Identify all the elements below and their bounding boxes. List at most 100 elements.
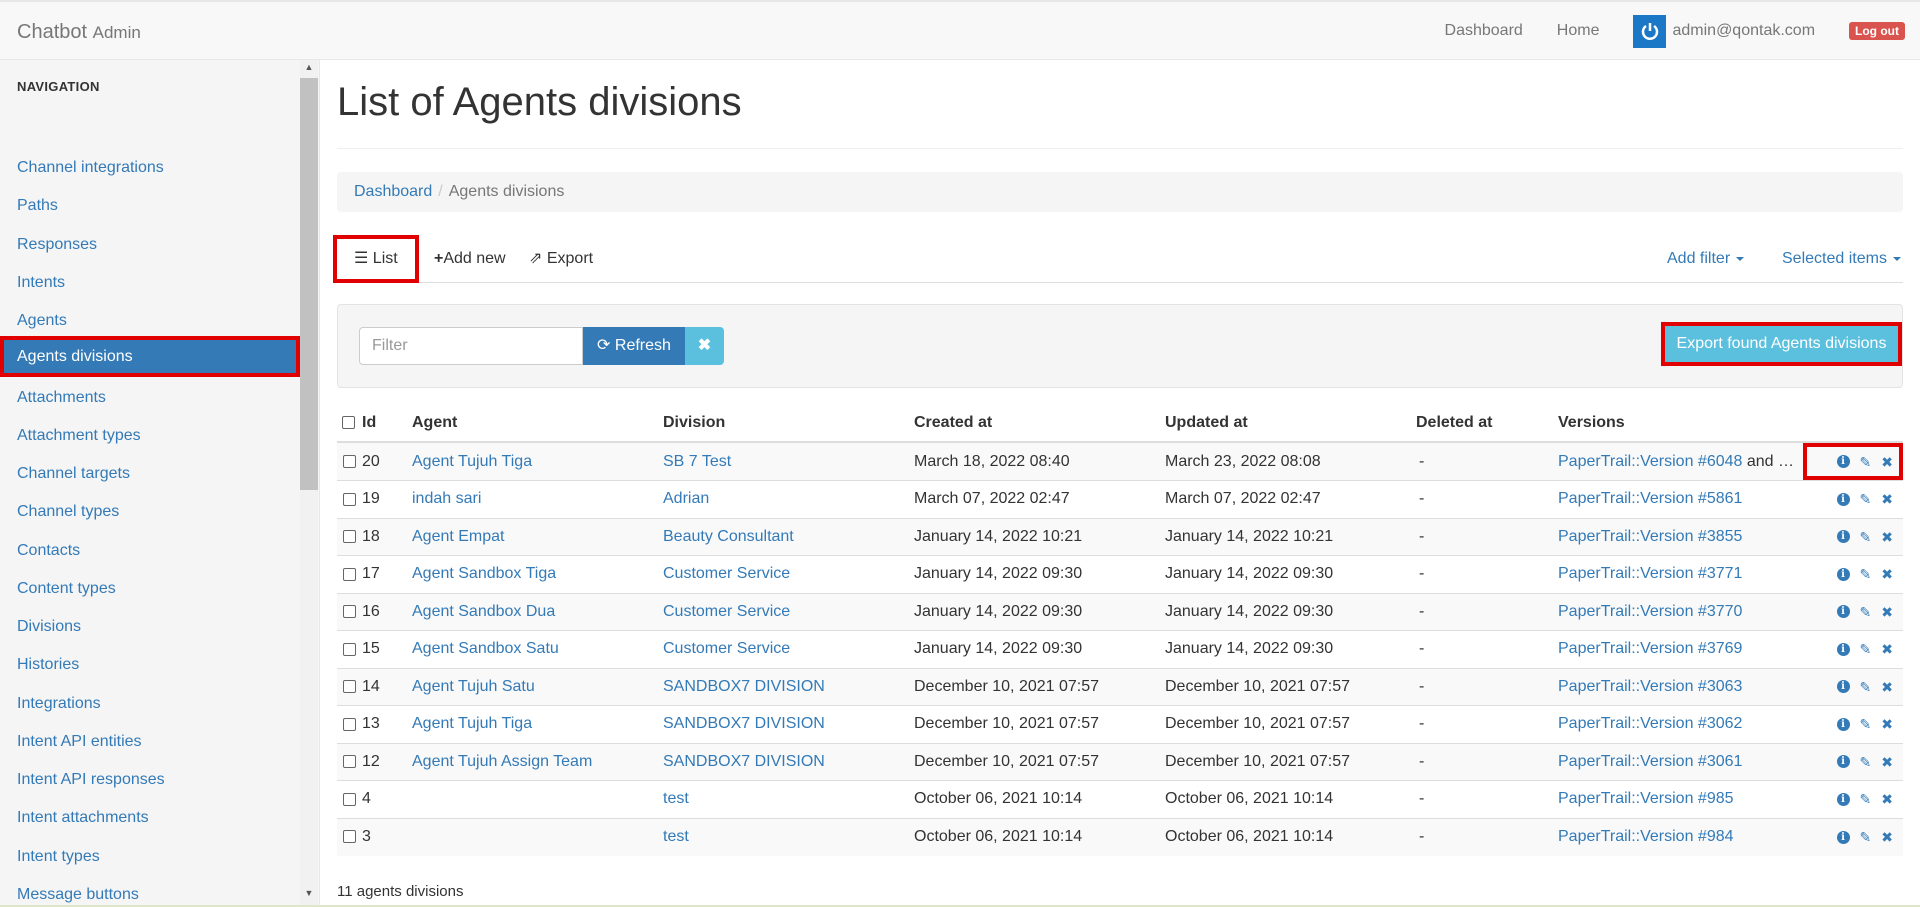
nav-home-link[interactable]: Home xyxy=(1557,22,1600,40)
row-checkbox[interactable] xyxy=(343,492,356,506)
division-link[interactable]: SANDBOX7 DIVISION xyxy=(663,715,825,732)
division-link[interactable]: Customer Service xyxy=(663,603,790,620)
info-icon[interactable]: i xyxy=(1836,680,1850,694)
close-icon[interactable]: ✖ xyxy=(1881,605,1893,619)
column-header-division[interactable]: Division xyxy=(663,402,914,443)
version-link[interactable]: PaperTrail::Version #3063 xyxy=(1558,678,1742,695)
pencil-icon[interactable]: ✎ xyxy=(1860,755,1872,769)
sidebar-item-divisions[interactable]: Divisions xyxy=(0,608,300,645)
sidebar-item-content-types[interactable]: Content types xyxy=(0,570,300,607)
sidebar-item-agents-divisions[interactable]: Agents divisions xyxy=(0,336,300,378)
close-icon[interactable]: ✖ xyxy=(1881,567,1893,581)
column-header-created-at[interactable]: Created at xyxy=(914,402,1165,443)
close-icon[interactable]: ✖ xyxy=(1881,530,1893,544)
column-header-id[interactable]: Id xyxy=(362,402,412,443)
pencil-icon[interactable]: ✎ xyxy=(1860,792,1872,806)
pencil-icon[interactable]: ✎ xyxy=(1860,605,1872,619)
tab-list[interactable]: ☰ List xyxy=(333,235,419,283)
version-link[interactable]: PaperTrail::Version #984 xyxy=(1558,828,1734,845)
row-checkbox[interactable] xyxy=(343,605,356,619)
sidebar-item-channel-integrations[interactable]: Channel integrations xyxy=(0,149,300,186)
brand[interactable]: Chatbot Admin xyxy=(17,21,141,44)
clear-filter-button[interactable]: ✖ xyxy=(685,327,724,365)
info-icon[interactable]: i xyxy=(1836,830,1850,844)
close-icon[interactable]: ✖ xyxy=(1881,455,1893,469)
breadcrumb-dashboard[interactable]: Dashboard xyxy=(354,183,432,200)
info-icon[interactable]: i xyxy=(1836,717,1850,731)
sidebar-item-message-buttons[interactable]: Message buttons xyxy=(0,876,300,907)
pencil-icon[interactable]: ✎ xyxy=(1860,492,1872,506)
agent-link[interactable]: Agent Sandbox Satu xyxy=(412,640,559,657)
add-filter-dropdown[interactable]: Add filter xyxy=(1667,235,1745,283)
row-checkbox[interactable] xyxy=(343,717,356,731)
info-icon[interactable]: i xyxy=(1836,530,1850,544)
info-icon[interactable]: i xyxy=(1836,642,1850,656)
user-menu[interactable]: admin@qontak.com xyxy=(1633,14,1815,48)
division-link[interactable]: Adrian xyxy=(663,490,709,507)
pencil-icon[interactable]: ✎ xyxy=(1860,680,1872,694)
version-link[interactable]: PaperTrail::Version #3770 xyxy=(1558,603,1742,620)
row-checkbox[interactable] xyxy=(343,567,356,581)
info-icon[interactable]: i xyxy=(1836,567,1850,581)
nav-dashboard-link[interactable]: Dashboard xyxy=(1445,22,1523,40)
sidebar-item-paths[interactable]: Paths xyxy=(0,187,300,224)
row-checkbox[interactable] xyxy=(343,680,356,694)
sidebar-item-intents[interactable]: Intents xyxy=(0,264,300,301)
division-link[interactable]: test xyxy=(663,828,689,845)
pencil-icon[interactable]: ✎ xyxy=(1860,455,1872,469)
tab-export[interactable]: ⇗ Export xyxy=(514,235,608,283)
version-link[interactable]: PaperTrail::Version #3771 xyxy=(1558,565,1742,582)
logout-button[interactable]: Log out xyxy=(1849,22,1905,40)
pencil-icon[interactable]: ✎ xyxy=(1860,717,1872,731)
sidebar-item-intent-api-responses[interactable]: Intent API responses xyxy=(0,761,300,798)
version-link[interactable]: PaperTrail::Version #3769 xyxy=(1558,640,1742,657)
column-header-updated-at[interactable]: Updated at xyxy=(1165,402,1416,443)
version-link[interactable]: PaperTrail::Version #3061 xyxy=(1558,753,1742,770)
close-icon[interactable]: ✖ xyxy=(1881,792,1893,806)
agent-link[interactable]: Agent Tujuh Tiga xyxy=(412,715,532,732)
selected-items-dropdown[interactable]: Selected items xyxy=(1782,235,1901,283)
sidebar-item-intent-types[interactable]: Intent types xyxy=(0,838,300,875)
sidebar-item-channel-targets[interactable]: Channel targets xyxy=(0,455,300,492)
division-link[interactable]: Customer Service xyxy=(663,565,790,582)
agent-link[interactable]: Agent Sandbox Dua xyxy=(412,603,555,620)
division-link[interactable]: SANDBOX7 DIVISION xyxy=(663,678,825,695)
row-checkbox[interactable] xyxy=(343,530,356,544)
division-link[interactable]: SANDBOX7 DIVISION xyxy=(663,753,825,770)
close-icon[interactable]: ✖ xyxy=(1881,717,1893,731)
agent-link[interactable]: Agent Tujuh Tiga xyxy=(412,453,532,470)
info-icon[interactable]: i xyxy=(1836,755,1850,769)
scroll-down-arrow-icon[interactable]: ▼ xyxy=(300,888,318,902)
column-header-agent[interactable]: Agent xyxy=(412,402,663,443)
filter-input[interactable] xyxy=(359,327,583,365)
close-icon[interactable]: ✖ xyxy=(1881,755,1893,769)
pencil-icon[interactable]: ✎ xyxy=(1860,567,1872,581)
scroll-up-arrow-icon[interactable]: ▲ xyxy=(300,62,318,76)
select-all-checkbox[interactable] xyxy=(342,416,355,430)
info-icon[interactable]: i xyxy=(1836,492,1850,506)
close-icon[interactable]: ✖ xyxy=(1881,830,1893,844)
pencil-icon[interactable]: ✎ xyxy=(1860,830,1872,844)
sidebar-item-intent-api-entities[interactable]: Intent API entities xyxy=(0,723,300,760)
division-link[interactable]: Beauty Consultant xyxy=(663,528,794,545)
sidebar-item-agents[interactable]: Agents xyxy=(0,302,300,339)
export-found-button[interactable]: Export found Agents divisions xyxy=(1661,322,1902,366)
agent-link[interactable]: Agent Empat xyxy=(412,528,505,545)
sidebar-item-contacts[interactable]: Contacts xyxy=(0,532,300,569)
agent-link[interactable]: indah sari xyxy=(412,490,481,507)
sidebar-item-intent-attachments[interactable]: Intent attachments xyxy=(0,799,300,836)
close-icon[interactable]: ✖ xyxy=(1881,680,1893,694)
agent-link[interactable]: Agent Sandbox Tiga xyxy=(412,565,556,582)
close-icon[interactable]: ✖ xyxy=(1881,642,1893,656)
division-link[interactable]: Customer Service xyxy=(663,640,790,657)
row-checkbox[interactable] xyxy=(343,642,356,656)
sidebar-item-integrations[interactable]: Integrations xyxy=(0,685,300,722)
sidebar-scroll-thumb[interactable] xyxy=(300,78,318,490)
version-link[interactable]: PaperTrail::Version #6048 xyxy=(1558,453,1742,470)
refresh-button[interactable]: ⟳ Refresh xyxy=(583,327,685,365)
sidebar-item-attachments[interactable]: Attachments xyxy=(0,379,300,416)
pencil-icon[interactable]: ✎ xyxy=(1860,530,1872,544)
agent-link[interactable]: Agent Tujuh Satu xyxy=(412,678,535,695)
info-icon[interactable]: i xyxy=(1836,455,1850,468)
row-checkbox[interactable] xyxy=(343,755,356,769)
